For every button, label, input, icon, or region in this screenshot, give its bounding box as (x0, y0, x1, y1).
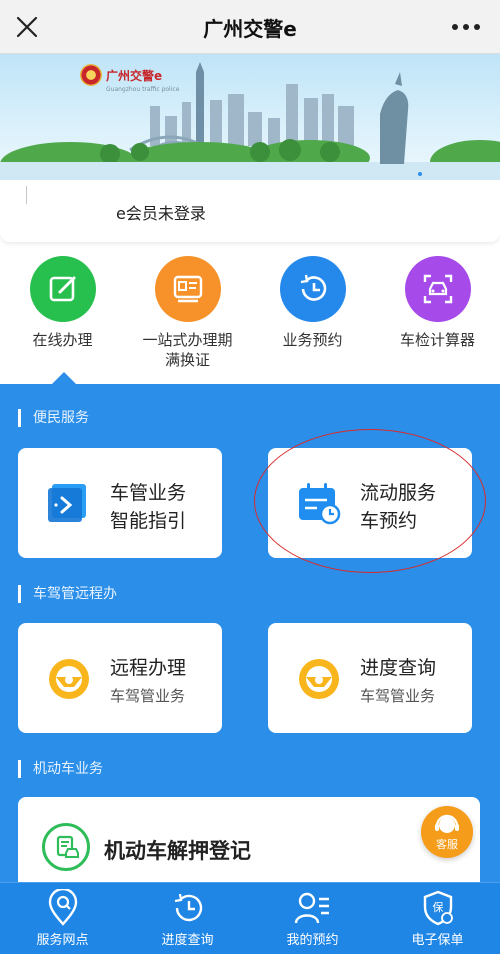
card-progress-query[interactable]: 进度查询 车驾管业务 (268, 623, 472, 733)
card-vehicle-guide[interactable]: 车管业务 智能指引 (18, 448, 222, 558)
card-line1: 车管业务 (110, 482, 187, 504)
banner-logo: 广州交警e (80, 64, 162, 86)
quick-action-online[interactable]: 在线办理 (0, 256, 125, 350)
card-line2: 智能指引 (110, 510, 187, 532)
more-icon[interactable] (446, 10, 486, 44)
location-icon (48, 887, 77, 926)
nav-service-outlets[interactable]: 服务网点 (0, 883, 125, 954)
customer-service-label: 客服 (436, 838, 458, 851)
quick-action-label: 在线办理 (32, 331, 93, 349)
card-label: 机动车解押登记 (104, 839, 251, 863)
card-line1: 进度查询 (360, 657, 437, 679)
member-card[interactable]: e会员未登录 (0, 180, 500, 242)
nav-label: 服务网点 (36, 933, 89, 948)
page-title: 广州交警e (203, 17, 297, 41)
top-nav-bar: 广州交警e (0, 0, 500, 54)
edit-icon (29, 256, 96, 322)
card-line2: 车驾管业务 (360, 687, 436, 705)
customer-service-button[interactable]: 客服 (421, 806, 473, 858)
nav-e-policy[interactable]: 保 电子保单 (375, 883, 500, 954)
calendar-clock-icon (299, 483, 341, 525)
card-line1: 远程办理 (110, 657, 187, 679)
quick-action-label: 业务预约 (282, 331, 343, 349)
banner[interactable]: 广州交警e Guangzhou traffic police (0, 54, 500, 180)
member-status-label: e会员未登录 (116, 204, 206, 223)
nav-label: 我的预约 (286, 933, 339, 948)
quick-action-appointment[interactable]: 业务预约 (250, 256, 375, 350)
history-icon (174, 893, 202, 922)
bottom-nav: 服务网点 进度查询 我的预约 保 电子保单 (0, 882, 500, 954)
quick-action-label: 一站式办理期满换证 (142, 331, 233, 369)
car-scan-icon (404, 256, 471, 322)
nav-my-appointments[interactable]: 我的预约 (250, 883, 375, 954)
guide-icon (48, 484, 86, 522)
user-list-icon (294, 892, 329, 924)
banner-logo-subtitle: Guangzhou traffic police (106, 86, 180, 93)
nav-label: 电子保单 (411, 933, 464, 948)
pointer-arrow (52, 372, 76, 384)
card-mobile-service-booking[interactable]: 流动服务 车预约 (268, 448, 472, 558)
section-title-convenience: 便民服务 (18, 409, 89, 427)
shield-icon: 保 (423, 890, 453, 926)
vehicle-doc-icon (42, 823, 90, 871)
card-line1: 流动服务 (360, 482, 437, 504)
banner-logo-text: 广州交警e (106, 68, 163, 83)
section-title-remote: 车驾管远程办 (18, 585, 117, 603)
steering-wheel-icon (299, 659, 339, 699)
quick-action-license-renewal[interactable]: 一站式办理期满换证 (125, 256, 250, 370)
police-emblem-icon (80, 64, 102, 86)
card-remote-processing[interactable]: 远程办理 车驾管业务 (18, 623, 222, 733)
quick-action-label: 车检计算器 (399, 331, 475, 349)
card-vehicle-release-registration[interactable]: 机动车解押登记 (18, 797, 480, 887)
id-card-icon (154, 256, 221, 322)
history-icon (279, 256, 346, 322)
nav-progress-query[interactable]: 进度查询 (125, 883, 250, 954)
card-line2: 车预约 (360, 510, 418, 532)
section-title-vehicle: 机动车业务 (18, 760, 103, 778)
quick-action-inspection-calculator[interactable]: 车检计算器 (375, 256, 500, 350)
nav-label: 进度查询 (161, 933, 214, 948)
steering-wheel-icon (49, 659, 89, 699)
avatar (26, 186, 27, 204)
skyline-illustration (0, 62, 500, 180)
card-line2: 车驾管业务 (110, 687, 186, 705)
quick-actions: 在线办理 一站式办理期满换证 业务预约 车检计算器 (0, 256, 500, 384)
svg-text:保: 保 (432, 900, 443, 914)
